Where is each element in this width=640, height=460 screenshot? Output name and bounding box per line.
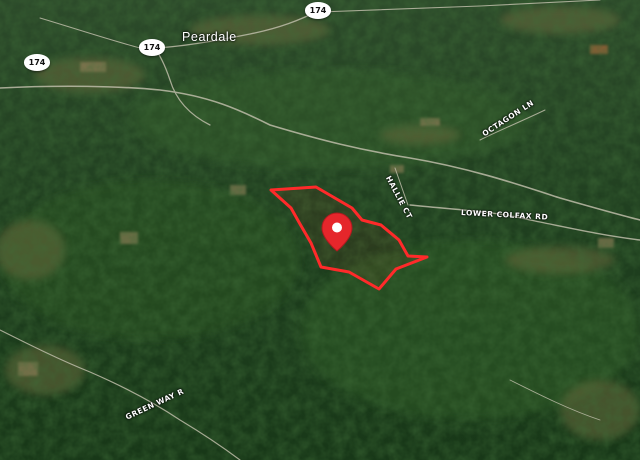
highway-174-shield: 174 xyxy=(305,2,331,19)
satellite-map[interactable]: 174 174 174 Peardale OCTAGON LN LOWER CO… xyxy=(0,0,640,460)
location-pin-icon[interactable] xyxy=(321,212,353,252)
highway-174-shield: 174 xyxy=(139,39,165,56)
place-label-peardale: Peardale xyxy=(182,30,237,44)
highway-174-shield: 174 xyxy=(24,54,50,71)
satellite-terrain xyxy=(0,0,640,460)
